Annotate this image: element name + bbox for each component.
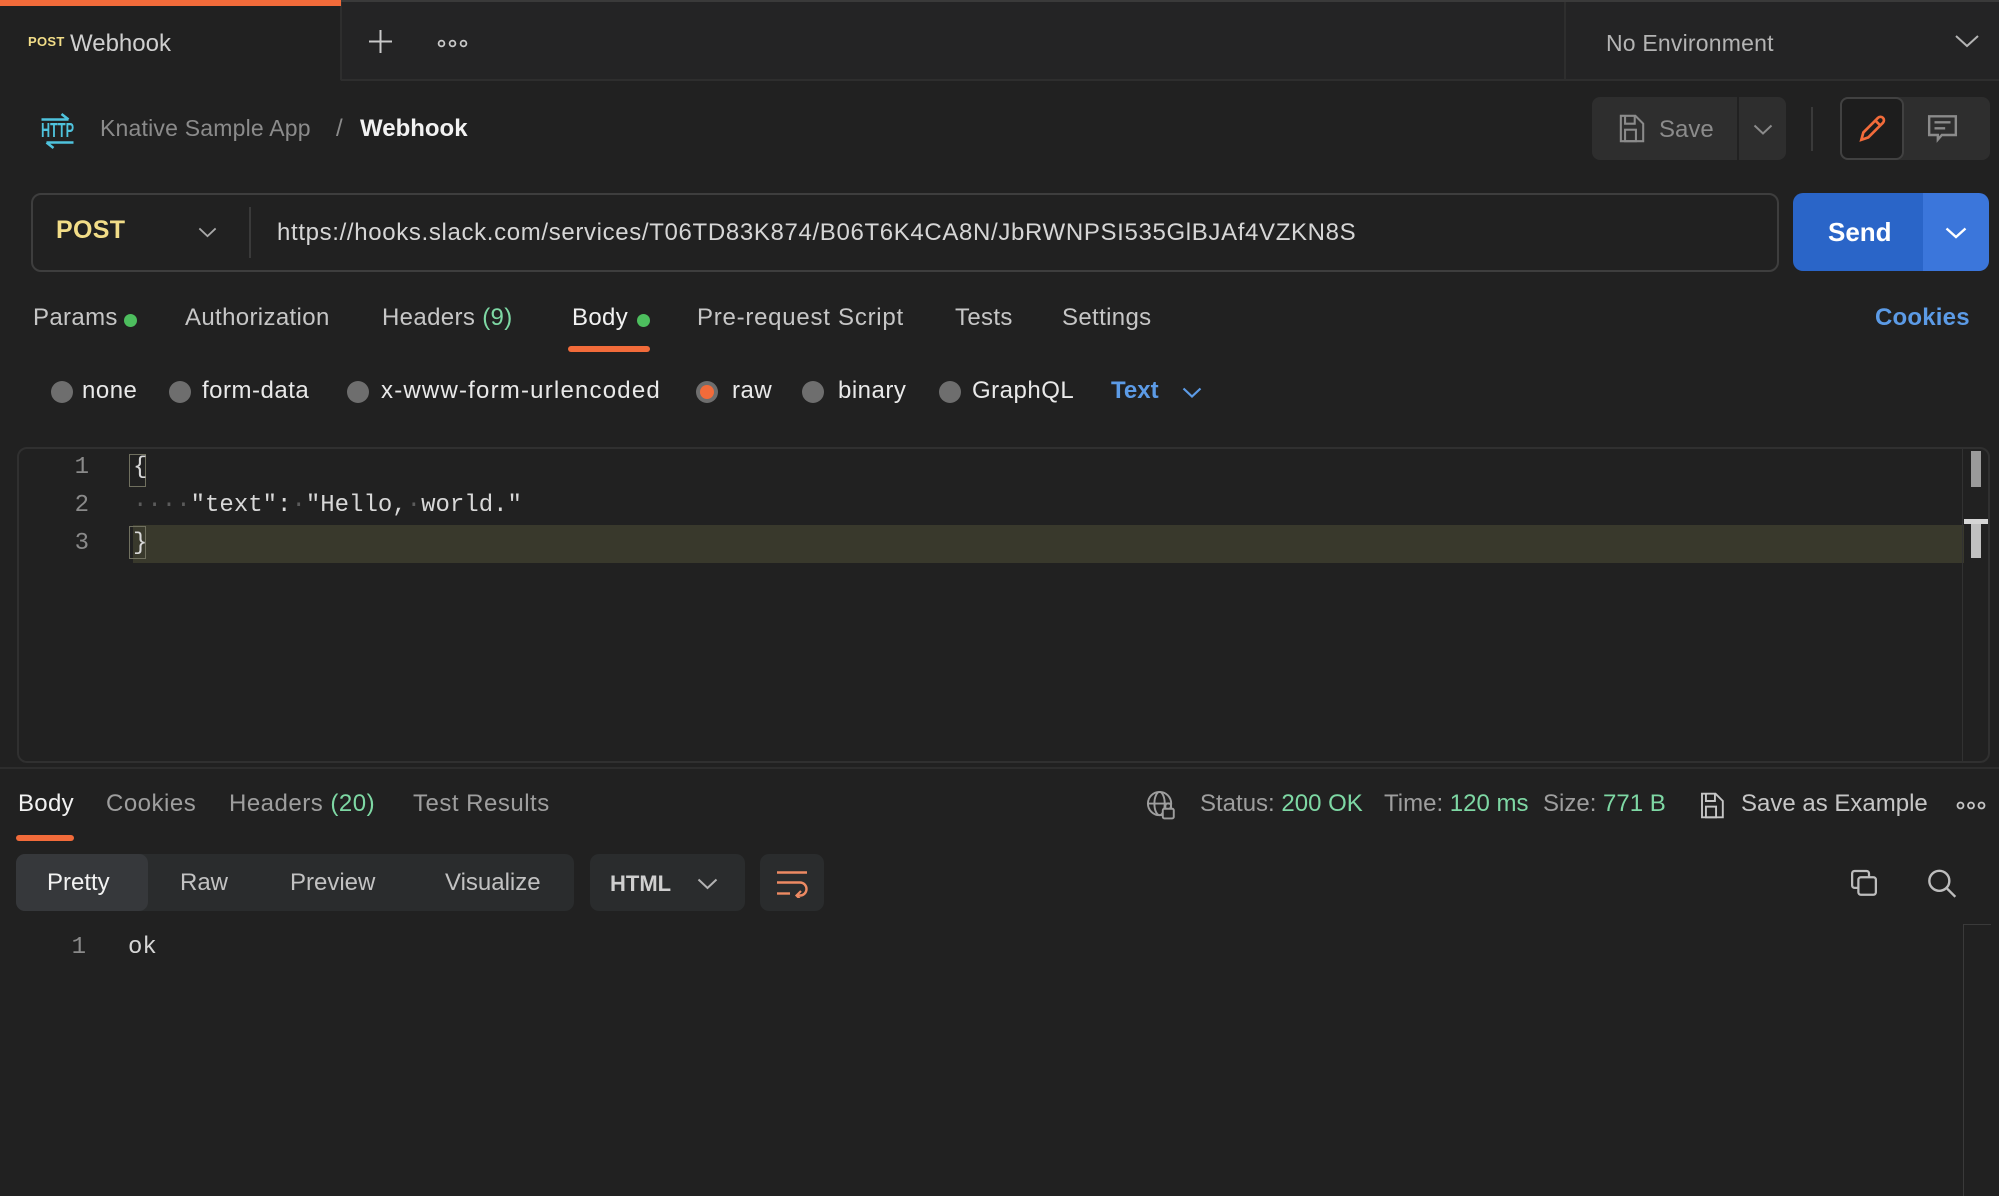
svg-text:HTTP: HTTP <box>41 120 74 142</box>
